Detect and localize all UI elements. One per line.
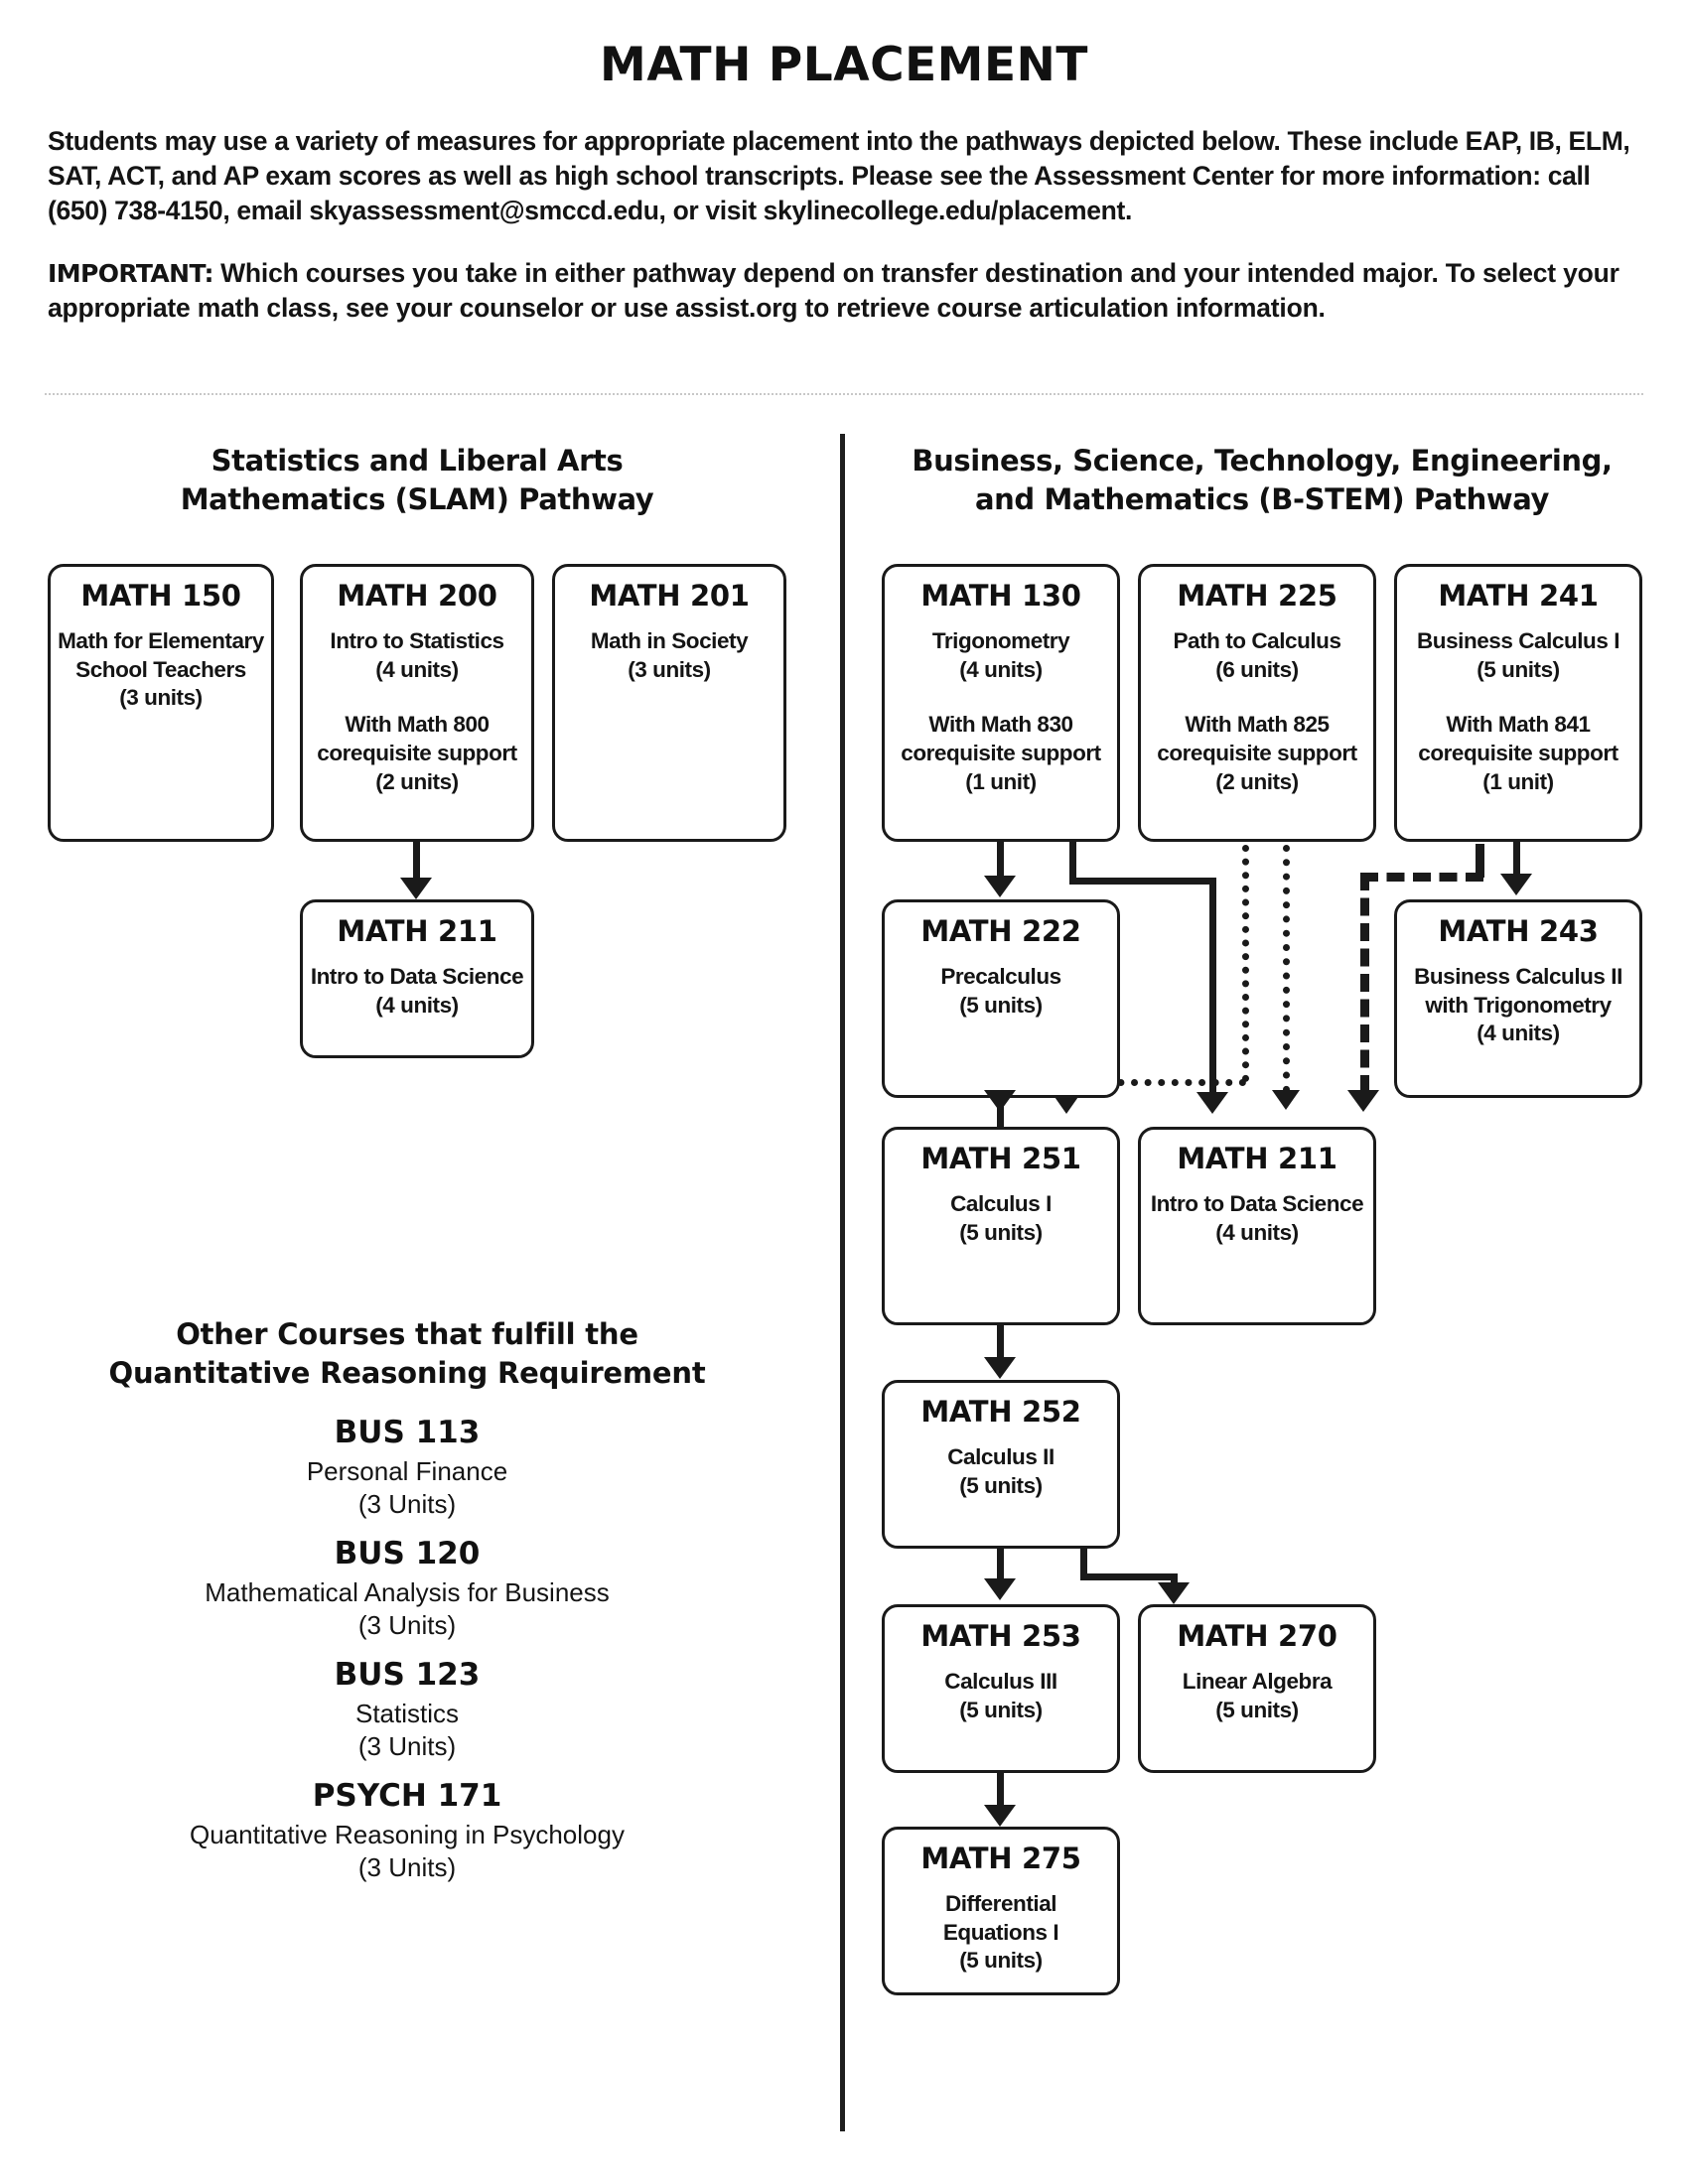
course-corequisite: With Math 830 corequisite support (1 uni… bbox=[901, 712, 1101, 795]
course-description: Intro to Data Science (4 units) bbox=[1150, 1190, 1364, 1245]
course-code: MATH 200 bbox=[337, 579, 497, 613]
course-box-math-253[interactable]: MATH 253 Calculus III (5 units) bbox=[882, 1604, 1120, 1773]
course-description: Intro to Data Science (4 units) bbox=[310, 963, 524, 1018]
other-course-name: Personal Finance bbox=[306, 1456, 508, 1486]
page-title: MATH PLACEMENT bbox=[600, 38, 1088, 92]
course-corequisite: With Math 841 corequisite support (1 uni… bbox=[1418, 712, 1618, 795]
arrowhead-math130-to-math222 bbox=[984, 876, 1016, 897]
other-course-units: (3 Units) bbox=[357, 1851, 457, 1882]
course-box-math-252[interactable]: MATH 252 Calculus II (5 units) bbox=[882, 1380, 1120, 1549]
arrowhead-math200-to-math211 bbox=[400, 878, 432, 899]
course-box-math-243[interactable]: MATH 243 Business Calculus II with Trigo… bbox=[1394, 899, 1642, 1098]
other-course-code: PSYCH 171 bbox=[312, 1778, 502, 1814]
course-description: Calculus II (5 units) bbox=[947, 1443, 1055, 1498]
course-code: MATH 241 bbox=[1438, 579, 1599, 613]
arrowhead-math252-to-math270 bbox=[1158, 1582, 1190, 1604]
course-box-math-275[interactable]: MATH 275 Differential Equations I (5 uni… bbox=[882, 1827, 1120, 1995]
other-course-units: (3 Units) bbox=[357, 1488, 457, 1519]
pathway-divider-rule bbox=[840, 434, 845, 2131]
course-code: MATH 275 bbox=[920, 1842, 1081, 1875]
course-description: Math for Elementary School Teachers (3 u… bbox=[58, 627, 264, 711]
connector-math225-to-math251-seg1 bbox=[1242, 845, 1249, 1082]
other-course-units: (3 Units) bbox=[357, 1730, 457, 1761]
course-code: MATH 222 bbox=[920, 914, 1081, 948]
arrowhead-math222-to-math251 bbox=[984, 1090, 1016, 1112]
course-code: MATH 211 bbox=[337, 914, 497, 948]
course-box-math-222[interactable]: MATH 222 Precalculus (5 units) bbox=[882, 899, 1120, 1098]
course-description: Math in Society (3 units) bbox=[590, 627, 749, 682]
connector-math130-to-math211-seg2 bbox=[1069, 878, 1216, 885]
other-course-code: BUS 123 bbox=[334, 1657, 481, 1693]
course-code: MATH 201 bbox=[589, 579, 750, 613]
course-description: Business Calculus I (5 units) bbox=[1416, 627, 1620, 682]
arrowhead-math241-to-math211 bbox=[1347, 1090, 1379, 1112]
other-course-code: BUS 113 bbox=[334, 1415, 481, 1450]
important-paragraph: IMPORTANT: Which courses you take in eit… bbox=[48, 256, 1646, 326]
course-box-math-241[interactable]: MATH 241 Business Calculus I (5 units) W… bbox=[1394, 564, 1642, 842]
arrowhead-math130-to-math211 bbox=[1196, 1092, 1228, 1114]
connector-math241-to-math243 bbox=[1513, 842, 1520, 878]
course-box-math-201[interactable]: MATH 201 Math in Society (3 units) bbox=[552, 564, 786, 842]
course-code: MATH 150 bbox=[80, 579, 241, 613]
course-code: MATH 251 bbox=[920, 1142, 1081, 1175]
course-box-math-251[interactable]: MATH 251 Calculus I (5 units) bbox=[882, 1127, 1120, 1325]
connector-math252-to-math270-seg2 bbox=[1080, 1573, 1178, 1580]
course-description: Precalculus (5 units) bbox=[940, 963, 1061, 1018]
other-course-bus-120: BUS 120 Mathematical Analysis for Busine… bbox=[60, 1536, 755, 1641]
course-description: Linear Algebra (5 units) bbox=[1182, 1668, 1333, 1722]
course-code: MATH 252 bbox=[920, 1395, 1081, 1429]
course-corequisite: With Math 800 corequisite support (2 uni… bbox=[317, 712, 517, 795]
course-description: Path to Calculus (6 units) bbox=[1173, 627, 1341, 682]
intro-block: Students may use a variety of measures f… bbox=[48, 124, 1646, 352]
course-code: MATH 130 bbox=[920, 579, 1081, 613]
other-course-bus-123: BUS 123 Statistics (3 Units) bbox=[60, 1657, 755, 1762]
course-description: Differential Equations I (5 units) bbox=[942, 1890, 1059, 1974]
course-box-math-150[interactable]: MATH 150 Math for Elementary School Teac… bbox=[48, 564, 274, 842]
course-code: MATH 211 bbox=[1177, 1142, 1337, 1175]
other-course-psych-171: PSYCH 171 Quantitative Reasoning in Psyc… bbox=[60, 1778, 755, 1883]
course-box-math-225[interactable]: MATH 225 Path to Calculus (6 units) With… bbox=[1138, 564, 1376, 842]
important-label: IMPORTANT: bbox=[48, 258, 214, 288]
connector-math241-to-math211-seg2 bbox=[1360, 873, 1483, 882]
important-text: Which courses you take in either pathway… bbox=[48, 257, 1619, 323]
connector-math241-to-math211-seg3 bbox=[1360, 873, 1369, 1093]
course-box-math-211-bstem[interactable]: MATH 211 Intro to Data Science (4 units) bbox=[1138, 1127, 1376, 1325]
other-courses-heading: Other Courses that fulfill the Quantitat… bbox=[108, 1317, 706, 1391]
course-code: MATH 243 bbox=[1438, 914, 1599, 948]
connector-math130-to-math211-seg3 bbox=[1209, 878, 1216, 1096]
arrowhead-math225-to-math211 bbox=[1272, 1090, 1300, 1110]
course-code: MATH 253 bbox=[920, 1619, 1081, 1653]
course-box-math-270[interactable]: MATH 270 Linear Algebra (5 units) bbox=[1138, 1604, 1376, 1773]
slam-pathway-heading: Statistics and Liberal Arts Mathematics … bbox=[180, 444, 654, 516]
other-course-bus-113: BUS 113 Personal Finance (3 Units) bbox=[60, 1415, 755, 1520]
course-corequisite: With Math 825 corequisite support (2 uni… bbox=[1157, 712, 1357, 795]
intro-paragraph: Students may use a variety of measures f… bbox=[48, 126, 1630, 226]
other-course-name: Mathematical Analysis for Business bbox=[205, 1577, 610, 1607]
header-divider bbox=[45, 393, 1643, 395]
course-description: Business Calculus II with Trigonometry (… bbox=[1414, 963, 1622, 1046]
course-description: Intro to Statistics (4 units) bbox=[330, 627, 504, 682]
arrowhead-math253-to-math275 bbox=[984, 1805, 1016, 1827]
connector-math225-to-math211 bbox=[1283, 845, 1290, 1093]
arrowhead-math241-to-math243 bbox=[1500, 874, 1532, 895]
connector-math130-to-math211-seg1 bbox=[1069, 842, 1076, 882]
course-description: Calculus I (5 units) bbox=[950, 1190, 1052, 1245]
course-description: Trigonometry (4 units) bbox=[931, 627, 1070, 682]
other-course-code: BUS 120 bbox=[334, 1536, 481, 1571]
course-code: MATH 225 bbox=[1177, 579, 1337, 613]
other-course-name: Statistics bbox=[354, 1699, 460, 1728]
bstem-pathway-heading: Business, Science, Technology, Engineeri… bbox=[912, 444, 1613, 516]
arrowhead-math251-to-math252 bbox=[984, 1357, 1016, 1379]
course-code: MATH 270 bbox=[1177, 1619, 1337, 1653]
other-course-units: (3 Units) bbox=[357, 1609, 457, 1640]
course-description: Calculus III (5 units) bbox=[944, 1668, 1057, 1722]
course-box-math-200[interactable]: MATH 200 Intro to Statistics (4 units) W… bbox=[300, 564, 534, 842]
course-box-math-130[interactable]: MATH 130 Trigonometry (4 units) With Mat… bbox=[882, 564, 1120, 842]
course-box-math-211-slam[interactable]: MATH 211 Intro to Data Science (4 units) bbox=[300, 899, 534, 1058]
arrowhead-math252-to-math253 bbox=[984, 1578, 1016, 1600]
other-course-name: Quantitative Reasoning in Psychology bbox=[190, 1820, 625, 1849]
